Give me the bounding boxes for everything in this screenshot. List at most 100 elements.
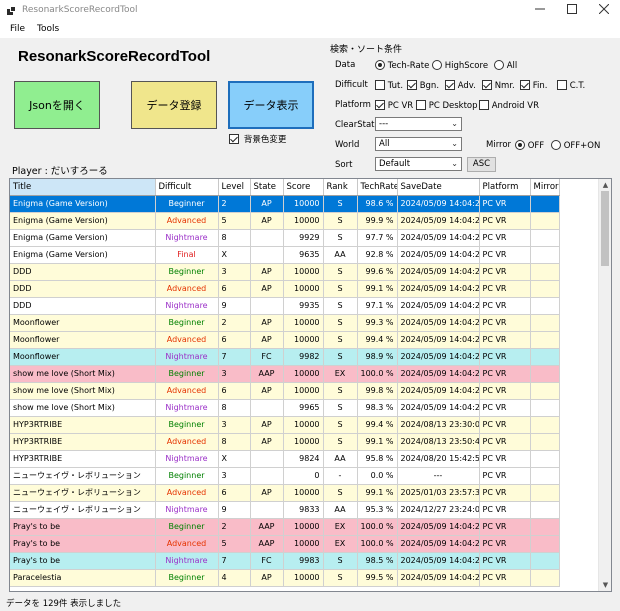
difficult-label: Difficult: [335, 80, 368, 90]
display-data-button[interactable]: データ表示: [228, 81, 314, 129]
table-row[interactable]: Enigma (Game Version) Advanced 5 AP 10000 S 99…: [10, 212, 560, 230]
mirror-label: Mirror: [486, 140, 512, 150]
menu-file[interactable]: File: [10, 24, 25, 34]
column-header-state[interactable]: State: [250, 179, 284, 196]
column-header-mirror[interactable]: Mirror: [530, 179, 560, 196]
menu-tools[interactable]: Tools: [37, 24, 59, 34]
column-header-platform[interactable]: Platform: [479, 179, 531, 196]
cell-level: 3: [218, 263, 251, 281]
table-row[interactable]: Pray's to be Beginner 2 AAP 10000 EX 100.0 % 20…: [10, 518, 560, 536]
scroll-thumb[interactable]: [601, 191, 609, 266]
mirror-option-offon[interactable]: OFF+ON: [551, 140, 600, 151]
bg-color-change-checkbox[interactable]: 背景色変更: [229, 133, 286, 145]
cell-mirror: [530, 416, 560, 434]
cell-state: [250, 246, 284, 264]
table-row[interactable]: HYP3RTRIBE Beginner 3 AP 10000 S 99.4 % 2024/08…: [10, 416, 560, 434]
cell-platform: PC VR: [479, 399, 531, 417]
mirror-option-off[interactable]: OFF: [515, 140, 544, 151]
table-row[interactable]: show me love (Short Mix) Beginner 3 AAP 1000…: [10, 365, 560, 383]
difficult-ct-checkbox[interactable]: C.T.: [557, 80, 585, 91]
cell-title: HYP3RTRIBE: [10, 433, 156, 451]
table-row[interactable]: Moonflower Beginner 2 AP 10000 S 99.3 % 2024/05…: [10, 314, 560, 332]
table-row[interactable]: Enigma (Game Version) Nightmare 8 9929 S 97.7…: [10, 229, 560, 247]
scroll-up-icon[interactable]: ▲: [599, 179, 611, 191]
cell-difficult: Advanced: [155, 280, 219, 298]
difficult-nmr-checkbox[interactable]: Nmr.: [482, 80, 515, 91]
cell-savedate: 2024/08/13 23:30:00: [397, 416, 480, 434]
difficult-tut-checkbox[interactable]: Tut.: [375, 80, 403, 91]
column-header-title[interactable]: Title: [10, 179, 156, 196]
radio-icon: [494, 60, 504, 70]
cell-mirror: [530, 314, 560, 332]
column-header-rank[interactable]: Rank: [323, 179, 358, 196]
column-header-techrate[interactable]: TechRate: [357, 179, 398, 196]
sort-label: Sort: [335, 160, 353, 170]
register-data-button[interactable]: データ登録: [131, 81, 217, 129]
column-header-savedate[interactable]: SaveDate: [397, 179, 480, 196]
difficult-fin-checkbox[interactable]: Fin.: [520, 80, 547, 91]
table-row[interactable]: DDD Advanced 6 AP 10000 S 99.1 % 2024/05/09 14:…: [10, 280, 560, 298]
maximize-button[interactable]: [557, 0, 587, 22]
cell-savedate: ---: [397, 467, 480, 485]
table-row[interactable]: Moonflower Nightmare 7 FC 9982 S 98.9 % 2024/05…: [10, 348, 560, 366]
cell-state: AP: [250, 331, 284, 349]
data-option-highscore[interactable]: HighScore: [432, 60, 488, 71]
vertical-scrollbar[interactable]: ▲ ▼: [598, 179, 611, 591]
clearstate-select[interactable]: --- ⌄: [375, 117, 462, 131]
table-row[interactable]: show me love (Short Mix) Nightmare 8 9965 S 9…: [10, 399, 560, 417]
close-button[interactable]: [589, 0, 619, 22]
table-row[interactable]: ニューウェイヴ・レボリューション Advanced 6 AP 10000 S 99.1 % 2…: [10, 484, 560, 502]
column-header-score[interactable]: Score: [283, 179, 324, 196]
table-row[interactable]: ニューウェイヴ・レボリューション Nightmare 9 9833 AA 95.3 % 20…: [10, 501, 560, 519]
difficult-adv-checkbox[interactable]: Adv.: [445, 80, 476, 91]
cell-savedate: 2024/05/09 14:04:27: [397, 518, 480, 536]
data-label: Data: [335, 60, 356, 70]
cell-rank: S: [323, 263, 358, 281]
open-json-button[interactable]: Jsonを開く: [14, 81, 100, 129]
cell-level: 8: [218, 229, 251, 247]
table-row[interactable]: Paracelestia Beginner 4 AP 10000 S 99.5 % 2024/…: [10, 569, 560, 587]
cell-rank: S: [323, 280, 358, 298]
data-option-techrate[interactable]: Tech-Rate: [375, 60, 429, 71]
cell-level: 5: [218, 212, 251, 230]
table-row[interactable]: HYP3RTRIBE Nightmare X 9824 AA 95.8 % 2024/08/…: [10, 450, 560, 468]
platform-pcvr-checkbox[interactable]: PC VR: [375, 100, 413, 111]
table-row[interactable]: Pray's to be Advanced 5 AAP 10000 EX 100.0 % 20…: [10, 535, 560, 553]
platform-androidvr-checkbox[interactable]: Android VR: [479, 100, 539, 111]
world-select[interactable]: All ⌄: [375, 137, 462, 151]
platform-pcdesktop-checkbox[interactable]: PC Desktop: [416, 100, 478, 111]
status-bar: データを 129件 表示しました: [0, 594, 620, 611]
cell-state: AAP: [250, 535, 284, 553]
table-row[interactable]: ニューウェイヴ・レボリューション Beginner 3 0-0.0 % --- PC VR: [10, 467, 560, 485]
table-row[interactable]: DDD Beginner 3 AP 10000 S 99.6 % 2024/05/09 14:…: [10, 263, 560, 281]
difficult-nmr-label: Nmr.: [494, 81, 515, 91]
table-row[interactable]: HYP3RTRIBE Advanced 8 AP 10000 S 99.1 % 2024/08…: [10, 433, 560, 451]
cell-state: FC: [250, 552, 284, 570]
asc-button[interactable]: ASC: [467, 157, 496, 172]
table-row[interactable]: show me love (Short Mix) Advanced 6 AP 10000…: [10, 382, 560, 400]
cell-rank: S: [323, 484, 358, 502]
table-row[interactable]: Pray's to be Nightmare 7 FC 9983 S 98.5 % 2024/…: [10, 552, 560, 570]
cell-level: 2: [218, 195, 251, 213]
scroll-down-icon[interactable]: ▼: [599, 579, 611, 591]
cell-techrate: 99.4 %: [357, 416, 398, 434]
sort-select[interactable]: Default ⌄: [375, 157, 462, 171]
minimize-button[interactable]: [525, 0, 555, 22]
table-row[interactable]: Enigma (Game Version) Final X 9635 AA 92.8 % 2…: [10, 246, 560, 264]
cell-state: AP: [250, 195, 284, 213]
cell-savedate: 2024/12/27 23:24:08: [397, 501, 480, 519]
table-row[interactable]: Enigma (Game Version) Beginner 2 AP 10000 S 98…: [10, 195, 560, 213]
cell-score: 10000: [283, 484, 324, 502]
cell-rank: S: [323, 382, 358, 400]
table-row[interactable]: Moonflower Advanced 6 AP 10000 S 99.4 % 2024/05…: [10, 331, 560, 349]
difficult-bgn-checkbox[interactable]: Bgn.: [407, 80, 439, 91]
cell-techrate: 99.1 %: [357, 280, 398, 298]
bg-color-change-label: 背景色変更: [243, 135, 287, 145]
cell-title: Moonflower: [10, 314, 156, 332]
cell-difficult: Nightmare: [155, 229, 219, 247]
cell-savedate: 2024/08/20 15:42:51: [397, 450, 480, 468]
column-header-level[interactable]: Level: [218, 179, 251, 196]
table-row[interactable]: DDD Nightmare 9 9935 S 97.1 % 2024/05/09 14:04…: [10, 297, 560, 315]
column-header-difficult[interactable]: Difficult: [155, 179, 219, 196]
data-option-all[interactable]: All: [494, 60, 517, 71]
